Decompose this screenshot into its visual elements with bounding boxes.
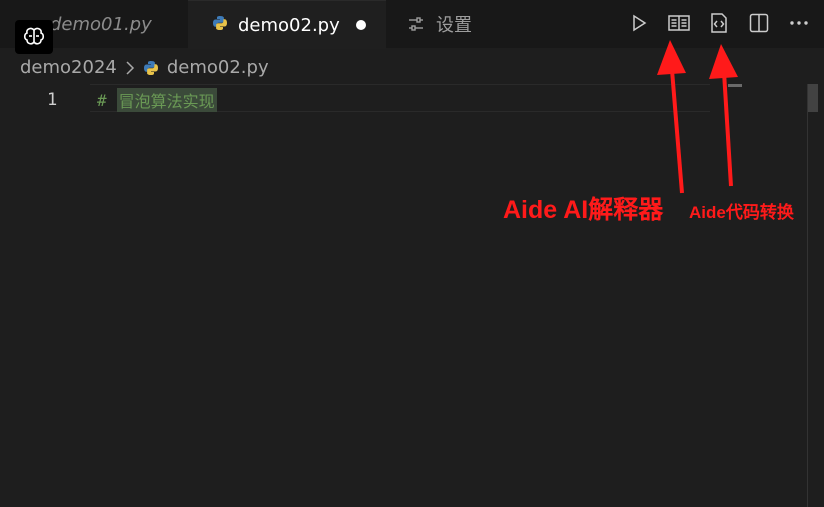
- code-file-icon[interactable]: [708, 12, 730, 34]
- unsaved-dot-icon[interactable]: [355, 20, 366, 30]
- more-icon[interactable]: [788, 12, 810, 34]
- annotation-right: Aide代码转换: [689, 203, 794, 222]
- breadcrumb-folder[interactable]: demo2024: [20, 57, 117, 78]
- annotation-left: Aide AI解释器: [503, 196, 664, 224]
- brain-icon[interactable]: [15, 20, 53, 54]
- chevron-right-icon: [125, 60, 135, 75]
- book-icon[interactable]: [668, 12, 690, 34]
- code-line[interactable]: # 冒泡算法实现: [97, 88, 217, 112]
- python-icon: [143, 60, 159, 76]
- run-icon[interactable]: [628, 12, 650, 34]
- tab-demo02[interactable]: demo02.py: [188, 0, 386, 49]
- tab-label: 设置: [436, 15, 472, 36]
- settings-sliders-icon: [408, 16, 424, 32]
- code-editor[interactable]: 1 # 冒泡算法实现: [0, 84, 824, 507]
- breadcrumb: demo2024 demo02.py: [20, 57, 269, 78]
- comment-text: 冒泡算法实现: [116, 88, 217, 112]
- line-number: 1: [47, 90, 58, 110]
- tab-label: demo01.py: [50, 13, 152, 35]
- tab-settings[interactable]: 设置: [386, 0, 566, 48]
- breadcrumb-file[interactable]: demo02.py: [167, 57, 269, 78]
- python-icon: [212, 15, 228, 36]
- tab-label: demo02.py: [238, 14, 340, 36]
- scrollbar-thumb[interactable]: [808, 84, 818, 112]
- split-editor-icon[interactable]: [748, 12, 770, 34]
- tab-bar: demo01.py demo02.py 设置: [0, 0, 824, 49]
- editor-actions: [628, 12, 810, 34]
- vertical-scrollbar[interactable]: [807, 84, 818, 507]
- comment-hash: #: [97, 90, 107, 110]
- overview-ruler-marker: [728, 84, 742, 87]
